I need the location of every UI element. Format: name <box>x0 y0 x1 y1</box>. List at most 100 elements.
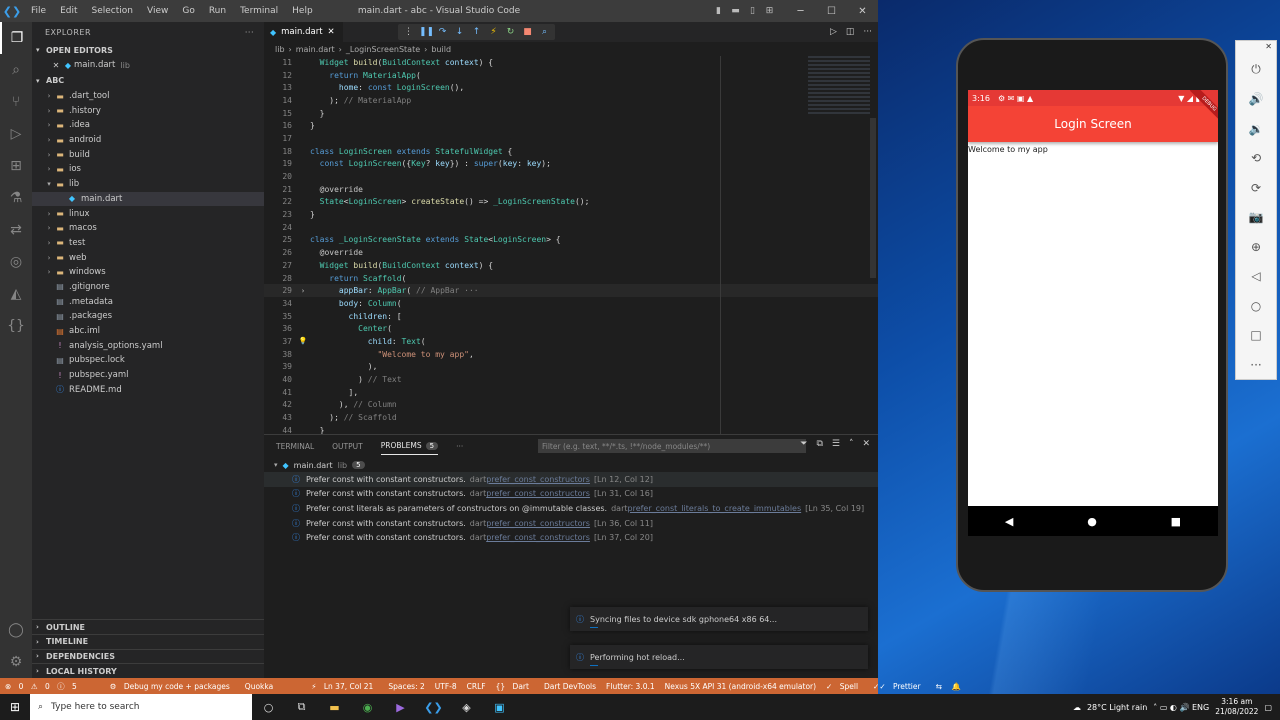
task-view-icon[interactable]: ⧉ <box>285 700 318 714</box>
problems-file-row[interactable]: ▾ ◆ main.dart lib 5 <box>264 458 878 472</box>
tab-output[interactable]: OUTPUT <box>332 442 363 451</box>
debug-config[interactable]: ⚙ Debug my code + packages <box>105 682 240 691</box>
close-icon[interactable]: ✕ <box>847 6 878 17</box>
dart-devtools[interactable]: Dart DevTools <box>539 682 601 691</box>
explorer-icon[interactable]: ❐ <box>0 22 32 54</box>
code-view[interactable]: 11 Widget build(BuildContext context) {1… <box>264 56 878 434</box>
home-icon[interactable]: ○ <box>1236 291 1276 321</box>
menu-help[interactable]: Help <box>285 6 320 16</box>
code-line[interactable]: 15 } <box>264 107 878 120</box>
weather-text[interactable]: 28°C Light rain <box>1087 703 1147 712</box>
file-item[interactable]: ▤ .packages <box>32 309 264 324</box>
step-over-icon[interactable]: ↷ <box>436 27 449 37</box>
minimap[interactable] <box>808 56 870 116</box>
maximize-panel-icon[interactable]: ˄ <box>849 439 854 449</box>
file-item[interactable]: ◆ main.dart <box>32 191 264 207</box>
prettier-status[interactable]: ✓✓ Prettier <box>868 682 931 691</box>
devtools-search-icon[interactable]: ⌕ <box>538 27 551 37</box>
code-line[interactable]: 43 ); // Scaffold <box>264 411 878 424</box>
code-line[interactable]: 39 ), <box>264 361 878 374</box>
code-line[interactable]: 41 ], <box>264 386 878 399</box>
camera-icon[interactable]: 📷 <box>1236 203 1276 233</box>
taskbar-search[interactable]: ⌕ Type here to search <box>30 694 252 720</box>
problem-rule-link[interactable]: prefer_const_constructors <box>486 519 590 528</box>
view-as-list-icon[interactable]: ☰ <box>832 439 840 449</box>
code-line[interactable]: 40 ) // Text <box>264 373 878 386</box>
emulator-taskbar-icon[interactable]: ▣ <box>483 701 516 714</box>
restart-icon[interactable]: ↻ <box>504 27 517 37</box>
section-local-history[interactable]: › LOCAL HISTORY <box>32 663 264 678</box>
code-line[interactable]: 27 Widget build(BuildContext context) { <box>264 259 878 272</box>
breadcrumb-item[interactable]: lib <box>275 45 285 54</box>
step-into-icon[interactable]: ↓ <box>453 27 466 37</box>
fold-chevron-icon[interactable]: › <box>296 287 310 295</box>
code-line[interactable]: 24 <box>264 221 878 234</box>
problems-filter-input[interactable]: Filter (e.g. text, **/*.ts, !**/node_mod… <box>538 439 806 453</box>
source-control-icon[interactable]: ⑂ <box>0 86 32 118</box>
minimize-icon[interactable]: ─ <box>785 6 816 17</box>
extensions-icon[interactable]: ⊞ <box>0 150 32 182</box>
folder-item[interactable]: › ▬ web <box>32 250 264 265</box>
code-line[interactable]: 38 "Welcome to my app", <box>264 348 878 361</box>
hot-reload-notification[interactable]: ⓘ Performing hot reload... <box>570 645 868 669</box>
filter-icon[interactable]: ⏷ <box>800 439 807 449</box>
code-line[interactable]: 25 class _LoginScreenState extends State<… <box>264 234 878 247</box>
stop-icon[interactable]: ■ <box>521 27 534 37</box>
code-line[interactable]: 22 State<LoginScreen> createState() => _… <box>264 196 878 209</box>
code-line[interactable]: 13 home: const LoginScreen(), <box>264 81 878 94</box>
section-timeline[interactable]: › TIMELINE <box>32 633 264 649</box>
code-line[interactable]: 29 › appBar: AppBar( // AppBar ··· <box>264 284 878 298</box>
overview-icon[interactable]: □ <box>1236 321 1276 351</box>
hot-reload-icon[interactable]: ⚡ <box>487 27 500 37</box>
folder-item[interactable]: › ▬ .history <box>32 103 264 118</box>
menu-terminal[interactable]: Terminal <box>233 6 285 16</box>
code-line[interactable]: 19 const LoginScreen({Key? key}) : super… <box>264 158 878 171</box>
visual-studio-icon[interactable]: ▶ <box>384 701 417 714</box>
folder-item[interactable]: › ▬ macos <box>32 221 264 236</box>
folder-item[interactable]: › ▬ .idea <box>32 118 264 133</box>
code-line[interactable]: 34 body: Column( <box>264 297 878 310</box>
breadcrumb-item[interactable]: _LoginScreenState <box>346 45 420 54</box>
step-out-icon[interactable]: ↑ <box>470 27 483 37</box>
menu-edit[interactable]: Edit <box>53 6 84 16</box>
menu-file[interactable]: File <box>24 6 53 16</box>
problem-rule-link[interactable]: prefer_const_constructors <box>486 475 590 484</box>
json-icon[interactable]: {} <box>0 310 32 342</box>
zoom-icon[interactable]: ⊕ <box>1236 232 1276 262</box>
cursor-position[interactable]: ⚡ Ln 37, Col 21 <box>306 682 383 691</box>
maximize-icon[interactable]: ☐ <box>816 6 847 17</box>
close-panel-icon[interactable]: ✕ <box>862 439 870 449</box>
breadcrumb-item[interactable]: main.dart <box>296 45 335 54</box>
live-share-icon[interactable]: ⇄ <box>0 214 32 246</box>
menu-run[interactable]: Run <box>202 6 233 16</box>
customize-layout-icon[interactable]: ⊞ <box>761 6 778 16</box>
remote-icon[interactable]: ◎ <box>0 246 32 278</box>
drag-handle-icon[interactable]: ⋮ <box>402 27 415 37</box>
rotate-left-icon[interactable]: ⟲ <box>1236 144 1276 174</box>
code-line[interactable]: 35 children: [ <box>264 310 878 323</box>
split-editor-icon[interactable]: ◫ <box>846 27 855 37</box>
folder-item[interactable]: ▾ ▬ lib <box>32 177 264 192</box>
line-ending[interactable]: CRLF <box>462 682 491 691</box>
open-editor-item[interactable]: ✕ ◆ main.dart lib <box>32 58 264 73</box>
editor-scrollbar[interactable] <box>870 118 876 278</box>
close-tab-icon[interactable]: ✕ <box>328 27 335 37</box>
folder-item[interactable]: › ▬ ios <box>32 162 264 177</box>
volume-up-icon[interactable]: 🔊 <box>1236 85 1276 115</box>
section-outline[interactable]: › OUTLINE <box>32 619 264 634</box>
pause-icon[interactable]: ❚❚ <box>419 27 434 37</box>
windows-start-icon[interactable]: ⊞ <box>0 700 30 714</box>
run-icon[interactable]: ▷ <box>830 27 837 37</box>
notification-center-icon[interactable]: ▢ <box>1264 703 1272 712</box>
problem-rule-link[interactable]: prefer_const_constructors <box>486 533 590 542</box>
close-icon[interactable]: ✕ <box>1265 42 1272 51</box>
more-icon[interactable]: ··· <box>1236 350 1276 380</box>
run-debug-icon[interactable]: ▷ <box>0 118 32 150</box>
notifications-icon[interactable]: 🔔 <box>947 682 966 691</box>
code-line[interactable]: 16} <box>264 119 878 132</box>
collapse-all-icon[interactable]: ⧉ <box>816 439 822 449</box>
feedback-icon[interactable]: ⇆ <box>931 682 947 691</box>
power-icon[interactable]: ⏻ <box>1236 55 1276 85</box>
language-mode[interactable]: {} Dart <box>491 682 539 691</box>
testing-icon[interactable]: ⚗ <box>0 182 32 214</box>
